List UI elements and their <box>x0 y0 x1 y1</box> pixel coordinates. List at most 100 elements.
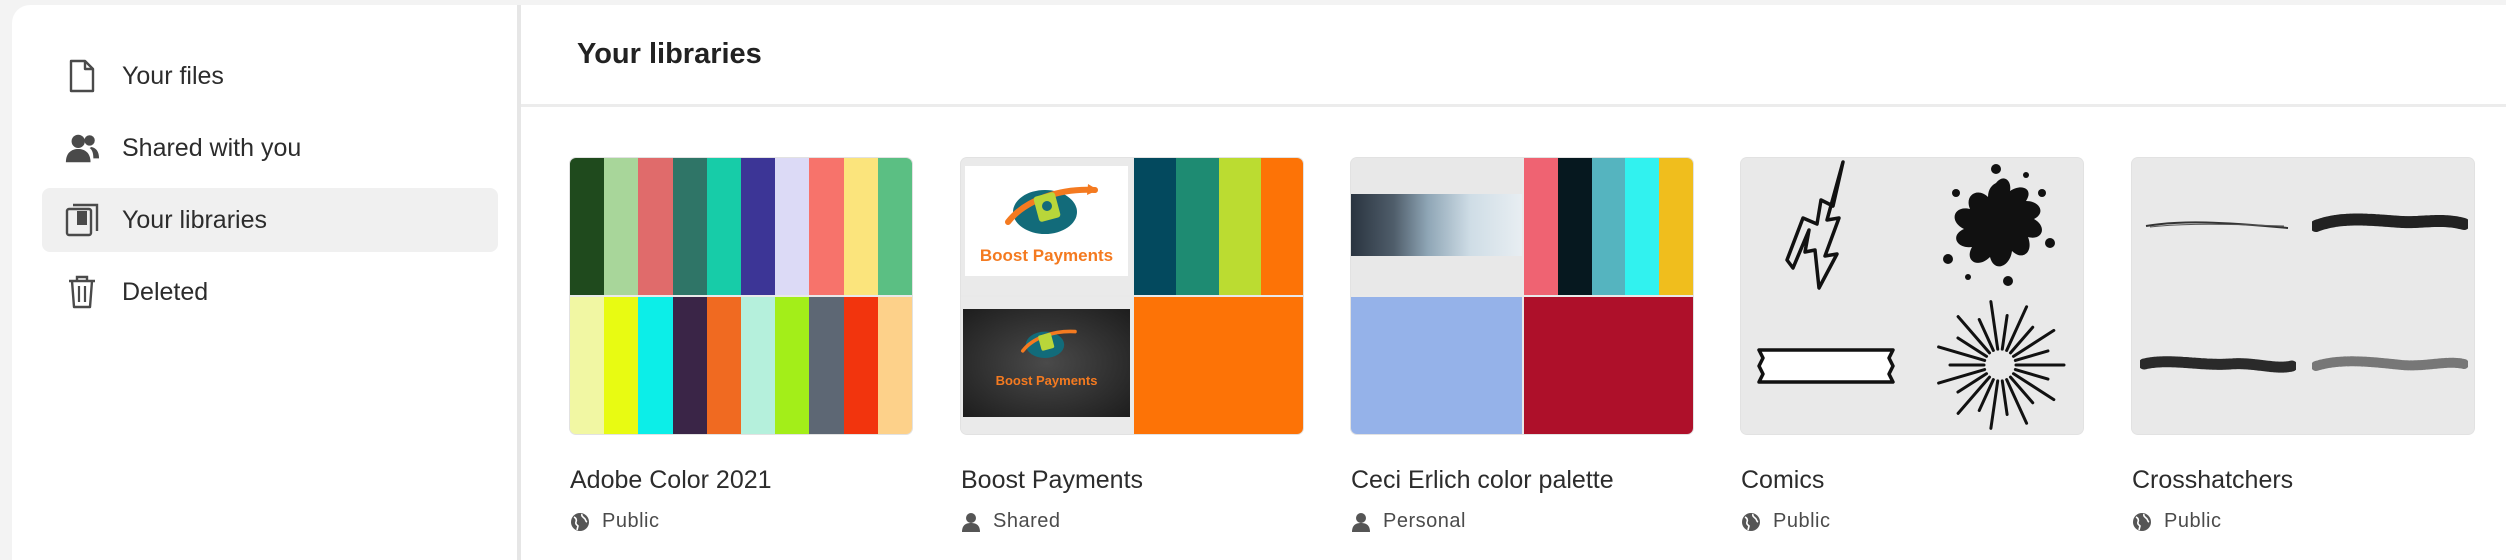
sidebar-item-label: Deleted <box>122 277 209 306</box>
library-visibility: Public <box>2132 510 2221 533</box>
color-swatch <box>843 297 879 434</box>
sidebar-item-shared-with-you[interactable]: Shared with you <box>42 116 498 180</box>
brush-tile <box>2304 158 2474 294</box>
hatch-stroke-icon <box>2140 356 2296 373</box>
color-swatch <box>638 297 674 434</box>
library-card-crosshatchers[interactable]: Crosshatchers Public <box>2132 158 2474 532</box>
logo-tile-light: Boost Payments <box>961 158 1132 295</box>
brush-tile <box>1913 296 2083 434</box>
light-hatch-stroke-icon <box>2312 356 2468 371</box>
main-content: Your libraries Adobe Color 2021 Public B… <box>521 5 2506 560</box>
page-header: Your libraries <box>521 5 2506 107</box>
color-swatch <box>570 158 605 295</box>
library-thumbnail: Boost Payments Boost Payments <box>961 158 1303 434</box>
color-swatch <box>741 297 776 434</box>
color-swatch <box>1524 158 1559 295</box>
color-swatch <box>706 158 742 295</box>
page-title: Your libraries <box>577 38 762 70</box>
color-swatch <box>1134 297 1303 434</box>
photo-tile <box>1351 158 1522 295</box>
logo-card-dark: Boost Payments <box>963 309 1130 417</box>
color-swatch <box>1591 158 1626 295</box>
brush-tile <box>2304 296 2474 434</box>
color-swatch <box>1218 158 1262 295</box>
brush-tile <box>1913 158 2083 294</box>
thick-stroke-icon <box>2312 213 2468 232</box>
globe-icon <box>2133 512 2151 531</box>
library-card-boost-payments[interactable]: Boost Payments Boost Payments Boost Paym… <box>961 158 1303 532</box>
color-swatch <box>1557 158 1593 295</box>
visibility-label: Public <box>602 510 660 532</box>
color-swatch <box>672 158 708 295</box>
sidebar-item-label: Your files <box>122 61 224 90</box>
thin-stroke-icon <box>2145 221 2289 229</box>
color-swatch <box>706 297 742 434</box>
color-swatch <box>672 297 708 434</box>
color-swatch <box>570 297 605 434</box>
library-card-ceci-erlich-color-palette[interactable]: Ceci Erlich color palette Personal <box>1351 158 1693 532</box>
sidebar-item-your-libraries[interactable]: Your libraries <box>42 188 498 252</box>
globe-icon <box>571 512 589 531</box>
library-title: Comics <box>1741 466 1825 494</box>
color-swatch <box>775 297 810 434</box>
boost-logo-icon <box>1021 329 1077 358</box>
library-visibility: Personal <box>1351 510 1466 533</box>
color-swatch <box>1351 297 1522 434</box>
brush-tile <box>2132 158 2302 294</box>
library-thumbnail <box>1351 158 1693 434</box>
logo-tile-dark: Boost Payments <box>961 297 1132 434</box>
globe-icon <box>1742 512 1760 531</box>
file-icon <box>64 58 100 94</box>
color-swatch <box>877 297 912 434</box>
color-swatch <box>843 158 879 295</box>
library-visibility: Public <box>1741 510 1830 533</box>
color-swatch <box>809 297 845 434</box>
color-swatch <box>877 158 912 295</box>
color-swatch <box>1524 297 1693 434</box>
brush-tile <box>2132 296 2302 434</box>
user-icon <box>962 512 980 532</box>
color-swatch <box>604 297 639 434</box>
color-swatch <box>809 158 845 295</box>
sidebar-item-deleted[interactable]: Deleted <box>42 260 498 324</box>
library-title: Ceci Erlich color palette <box>1351 466 1614 494</box>
color-swatch <box>1625 158 1660 295</box>
brush-tile <box>1741 158 1911 294</box>
library-card-comics[interactable]: Comics Public <box>1741 158 2083 532</box>
tape-icon <box>1757 348 1895 384</box>
sidebar: Your files Shared with you Your librarie… <box>12 5 517 560</box>
library-title: Boost Payments <box>961 466 1144 494</box>
library-card-adobe-color-2021[interactable]: Adobe Color 2021 Public <box>570 158 912 532</box>
sidebar-item-your-files[interactable]: Your files <box>42 44 498 108</box>
color-swatch <box>638 158 674 295</box>
logo-card-light: Boost Payments <box>965 166 1128 276</box>
color-swatch <box>741 158 776 295</box>
visibility-label: Public <box>1773 510 1831 532</box>
burst-icon <box>1937 300 2066 430</box>
color-swatch <box>1176 158 1219 295</box>
library-thumbnail <box>570 158 912 434</box>
color-swatch <box>775 158 810 295</box>
library-visibility: Public <box>570 510 659 533</box>
library-title: Adobe Color 2021 <box>570 466 772 494</box>
lightning-icon <box>1785 160 1845 290</box>
color-swatch <box>604 158 639 295</box>
visibility-label: Public <box>2164 510 2222 532</box>
library-title: Crosshatchers <box>2132 466 2294 494</box>
library-thumbnail <box>2132 158 2474 434</box>
logo-text: Boost Payments <box>979 246 1114 265</box>
visibility-label: Personal <box>1383 510 1466 532</box>
user-icon <box>1352 512 1370 532</box>
boost-logo-icon <box>1005 184 1098 234</box>
color-swatch <box>1659 158 1693 295</box>
brush-tile <box>1741 296 1911 434</box>
color-swatch <box>1134 158 1177 295</box>
library-visibility: Shared <box>961 510 1061 533</box>
photo-thumbnail <box>1351 194 1522 256</box>
library-icon <box>64 202 100 238</box>
color-swatch <box>1260 158 1303 295</box>
splat-icon <box>1943 164 2055 286</box>
visibility-label: Shared <box>993 510 1061 532</box>
sidebar-item-label: Shared with you <box>122 133 302 162</box>
users-icon <box>64 130 100 166</box>
